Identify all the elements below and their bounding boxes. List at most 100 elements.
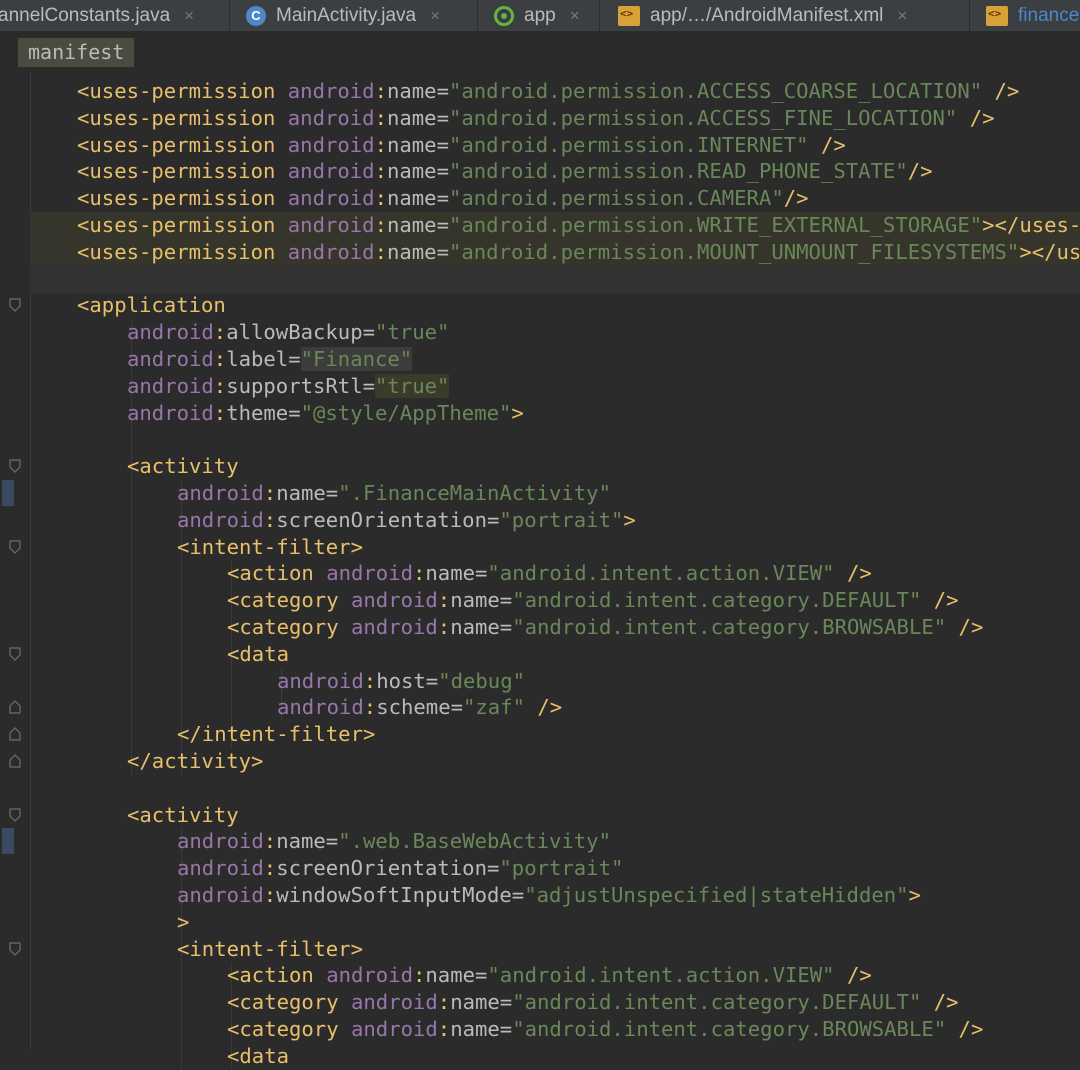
- attribute-line[interactable]: android:host="debug": [30, 668, 1080, 695]
- code-text: <application: [77, 292, 226, 319]
- code-text: <action android:name="android.intent.act…: [227, 560, 872, 587]
- token-tag: ></us: [1019, 239, 1080, 264]
- code-text: <uses-permission android:name="android.p…: [77, 239, 1080, 266]
- attribute-line[interactable]: android:supportsRtl="true": [30, 373, 1080, 400]
- tab-app[interactable]: app ×: [478, 0, 600, 31]
- fold-collapse-icon[interactable]: [9, 459, 21, 474]
- token-tag: :: [374, 132, 387, 157]
- code-text: android:supportsRtl="true": [127, 373, 450, 400]
- blank-line[interactable]: [30, 775, 1080, 802]
- close-icon[interactable]: ×: [184, 6, 194, 26]
- activity-line[interactable]: </activity>: [30, 748, 1080, 775]
- uses-permission-line[interactable]: <uses-permission android:name="android.p…: [30, 78, 1080, 105]
- token-attr: name=: [425, 561, 488, 586]
- token-attr: name=: [386, 186, 449, 211]
- breadcrumb-manifest[interactable]: manifest: [18, 38, 135, 67]
- fold-end-icon[interactable]: [9, 700, 21, 714]
- tab-label: app/…/AndroidManifest.xml: [650, 4, 884, 26]
- fold-end-icon[interactable]: [9, 727, 21, 741]
- attribute-line[interactable]: android:name=".web.BaseWebActivity": [30, 828, 1080, 855]
- tab-channel-constants[interactable]: annelConstants.java ×: [0, 0, 230, 31]
- category-line[interactable]: <category android:name="android.intent.c…: [30, 587, 1080, 614]
- close-icon[interactable]: ×: [897, 6, 907, 26]
- token-tag: :: [437, 615, 451, 639]
- token-tag: />: [921, 588, 959, 613]
- token-attr: label=: [226, 347, 301, 371]
- attribute-line[interactable]: android:scheme="zaf" />: [30, 694, 1080, 721]
- token-ns: android: [277, 695, 364, 720]
- uses-permission-line[interactable]: <uses-permission android:name="android.p…: [30, 158, 1080, 185]
- token-tag: <uses-permission: [77, 239, 288, 264]
- code-text: <uses-permission android:name="android.p…: [77, 132, 846, 159]
- uses-permission-line[interactable]: <uses-permission android:name="android.p…: [30, 132, 1080, 159]
- attribute-line[interactable]: android:name=".FinanceMainActivity": [30, 480, 1080, 507]
- token-tag: />: [957, 105, 995, 130]
- action-line[interactable]: <action android:name="android.intent.act…: [30, 560, 1080, 587]
- token-ns: android: [351, 588, 438, 613]
- attribute-line[interactable]: android:windowSoftInputMode="adjustUnspe…: [30, 882, 1080, 909]
- token-attr: host=: [376, 668, 439, 693]
- token-ns: android: [177, 507, 264, 532]
- blank-line[interactable]: [30, 265, 1080, 293]
- code-text: <uses-permission android:name="android.p…: [77, 212, 1080, 239]
- data-line[interactable]: <data: [30, 1043, 1080, 1070]
- attribute-line[interactable]: android:screenOrientation="portrait": [30, 855, 1080, 882]
- category-line[interactable]: <category android:name="android.intent.c…: [30, 614, 1080, 641]
- token-tag: <data: [227, 1043, 289, 1068]
- token-attr: screenOrientation=: [276, 507, 500, 532]
- tab-android-manifest[interactable]: app/…/AndroidManifest.xml ×: [600, 0, 970, 31]
- token-ns: android: [326, 561, 413, 586]
- activity-line[interactable]: <activity: [30, 453, 1080, 480]
- xml-file-icon: [618, 5, 640, 26]
- token-tag: </activity>: [127, 749, 264, 773]
- attribute-line[interactable]: android:theme="@style/AppTheme">: [30, 400, 1080, 427]
- attribute-line[interactable]: android:screenOrientation="portrait">: [30, 507, 1080, 534]
- fold-collapse-icon[interactable]: [9, 941, 21, 956]
- token-tag: />: [946, 615, 984, 639]
- code-text: <activity: [127, 453, 239, 480]
- close-icon[interactable]: ×: [570, 6, 580, 26]
- token-tag: />: [921, 990, 959, 1015]
- intent-filter-line[interactable]: <intent-filter>: [30, 534, 1080, 561]
- close-icon[interactable]: ×: [430, 6, 440, 26]
- uses-permission-line[interactable]: <uses-permission android:name="android.p…: [30, 212, 1080, 239]
- uses-permission-line[interactable]: <uses-permission android:name="android.p…: [30, 238, 1080, 266]
- application-line[interactable]: <application: [30, 292, 1080, 319]
- activity-line[interactable]: <activity: [30, 802, 1080, 829]
- data-line[interactable]: <data: [30, 641, 1080, 668]
- code-text: <uses-permission android:name="android.p…: [77, 78, 1019, 105]
- token-tag: <intent-filter>: [177, 936, 363, 961]
- token-ns: android: [351, 615, 438, 639]
- action-line[interactable]: <action android:name="android.intent.act…: [30, 962, 1080, 989]
- attribute-line[interactable]: android:allowBackup="true": [30, 319, 1080, 346]
- token-tag: :: [374, 213, 387, 237]
- tab-finance[interactable]: finance: [970, 0, 1080, 31]
- intent-filter-line[interactable]: </intent-filter>: [30, 721, 1080, 748]
- editor-gutter: [0, 72, 31, 1050]
- token-ns: android: [127, 320, 214, 345]
- token-tag: :: [263, 481, 277, 505]
- token-val: "android.intent.category.DEFAULT": [512, 990, 922, 1015]
- fold-collapse-icon[interactable]: [9, 647, 21, 661]
- token-tag: :: [413, 561, 426, 586]
- fold-collapse-icon[interactable]: [9, 539, 21, 554]
- blank-line[interactable]: [30, 426, 1080, 453]
- fold-collapse-icon[interactable]: [9, 298, 21, 313]
- fold-collapse-icon[interactable]: [9, 807, 21, 822]
- attribute-line[interactable]: android:label="Finance": [30, 346, 1080, 373]
- fold-end-icon[interactable]: [9, 754, 21, 768]
- tab-main-activity[interactable]: C MainActivity.java ×: [230, 0, 478, 31]
- uses-permission-line[interactable]: <uses-permission android:name="android.p…: [30, 105, 1080, 132]
- code-text: <intent-filter>: [177, 534, 363, 561]
- token-ns: android: [326, 963, 413, 988]
- token-attr: screenOrientation=: [276, 856, 500, 881]
- category-line[interactable]: <category android:name="android.intent.c…: [30, 989, 1080, 1016]
- code-text: <data: [227, 641, 289, 668]
- intent-filter-line[interactable]: <intent-filter>: [30, 936, 1080, 963]
- code-text: android:screenOrientation="portrait": [177, 855, 623, 882]
- code-line[interactable]: >: [30, 909, 1080, 936]
- token-ns: android: [287, 213, 375, 237]
- category-line[interactable]: <category android:name="android.intent.c…: [30, 1016, 1080, 1043]
- token-tag: <category: [227, 588, 351, 613]
- uses-permission-line[interactable]: <uses-permission android:name="android.p…: [30, 185, 1080, 212]
